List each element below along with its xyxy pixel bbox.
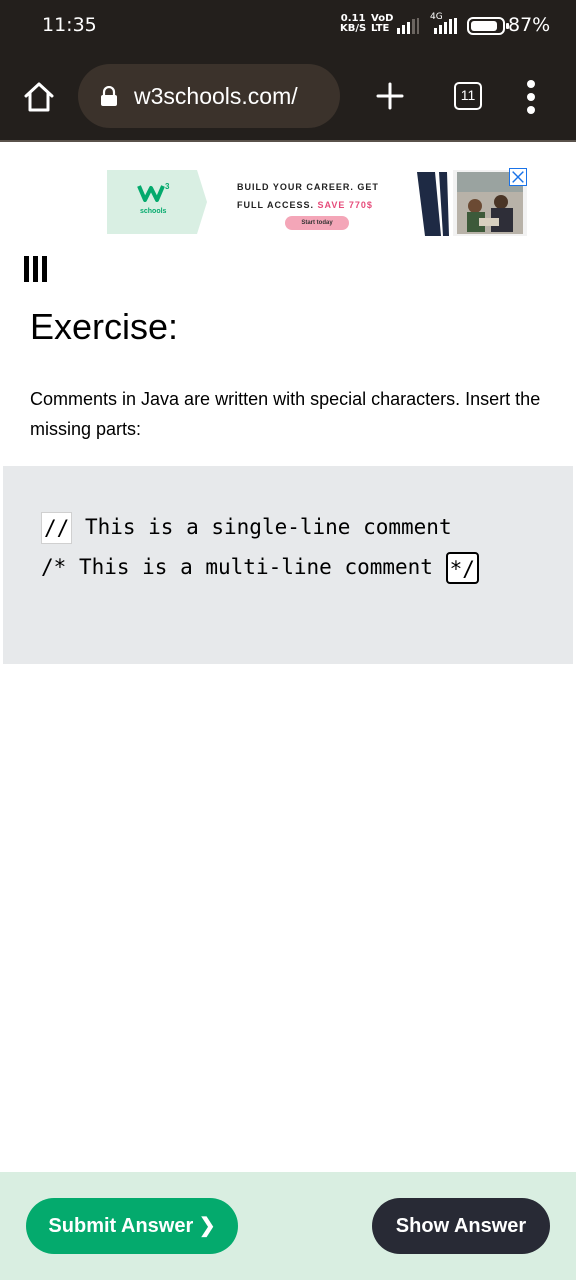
- ad-banner[interactable]: 3 schools BUILD YOUR CAREER. GET FULL AC…: [107, 168, 527, 236]
- address-bar[interactable]: w3schools.com/: [78, 64, 340, 128]
- battery-percent: 87%: [508, 14, 551, 36]
- browser-toolbar: w3schools.com/ 11: [0, 52, 576, 142]
- code-editor: // This is a single-line comment /* This…: [3, 466, 573, 664]
- ad-headline-highlight: SAVE 770$: [317, 200, 373, 210]
- plus-icon[interactable]: [374, 80, 406, 112]
- tabs-icon[interactable]: 11: [454, 82, 482, 110]
- svg-text:3: 3: [165, 182, 170, 191]
- network-speed-unit: KB/S: [340, 23, 367, 34]
- tab-count: 11: [460, 87, 476, 103]
- lock-icon: [101, 86, 117, 106]
- ad-headline-line2: FULL ACCESS.: [237, 200, 315, 210]
- code-line-2: /* This is a multi-line comment */: [41, 552, 479, 584]
- answer-actions-bar: Submit Answer ❯ Show Answer: [0, 1172, 576, 1280]
- volte-indicator: VoD LTE: [371, 14, 393, 34]
- signal-sim1-icon: [397, 18, 419, 34]
- code-text-1: This is a single-line comment: [72, 515, 452, 539]
- battery-icon: [467, 17, 509, 35]
- volte-bottom: LTE: [371, 23, 390, 34]
- exercise-title: Exercise:: [30, 306, 179, 347]
- url-text[interactable]: w3schools.com/: [134, 83, 298, 110]
- ad-headline: BUILD YOUR CAREER. GET FULL ACCESS. SAVE…: [237, 178, 379, 214]
- submit-answer-button[interactable]: Submit Answer ❯: [26, 1198, 238, 1254]
- code-prefix-2: /*: [41, 555, 79, 579]
- ad-headline-line1: BUILD YOUR CAREER. GET: [237, 182, 379, 192]
- w3-logo-icon: 3: [137, 182, 170, 202]
- answer-input-2[interactable]: */: [445, 552, 479, 584]
- show-answer-button[interactable]: Show Answer: [372, 1198, 550, 1254]
- battery-level-fill: [471, 21, 497, 31]
- status-time: 11:35: [42, 14, 97, 36]
- close-icon[interactable]: [509, 168, 527, 186]
- signal-sim2-icon: [434, 18, 457, 34]
- exercise-description: Comments in Java are written with specia…: [30, 389, 541, 439]
- ad-brand: schools: [140, 208, 167, 215]
- ad-logo-panel: [107, 170, 207, 234]
- more-vert-icon[interactable]: [524, 79, 538, 115]
- code-text-2: This is a multi-line comment: [78, 555, 446, 579]
- status-bar: 11:35 0.11 KB/S VoD LTE 4G 87%: [0, 0, 576, 52]
- menu-icon[interactable]: [24, 256, 48, 282]
- ad-cta-button[interactable]: Start today: [285, 216, 349, 230]
- answer-input-1[interactable]: //: [41, 512, 73, 544]
- code-line-1: // This is a single-line comment: [41, 512, 452, 544]
- home-icon[interactable]: [22, 80, 56, 114]
- network-speed: 0.11 KB/S: [340, 14, 366, 34]
